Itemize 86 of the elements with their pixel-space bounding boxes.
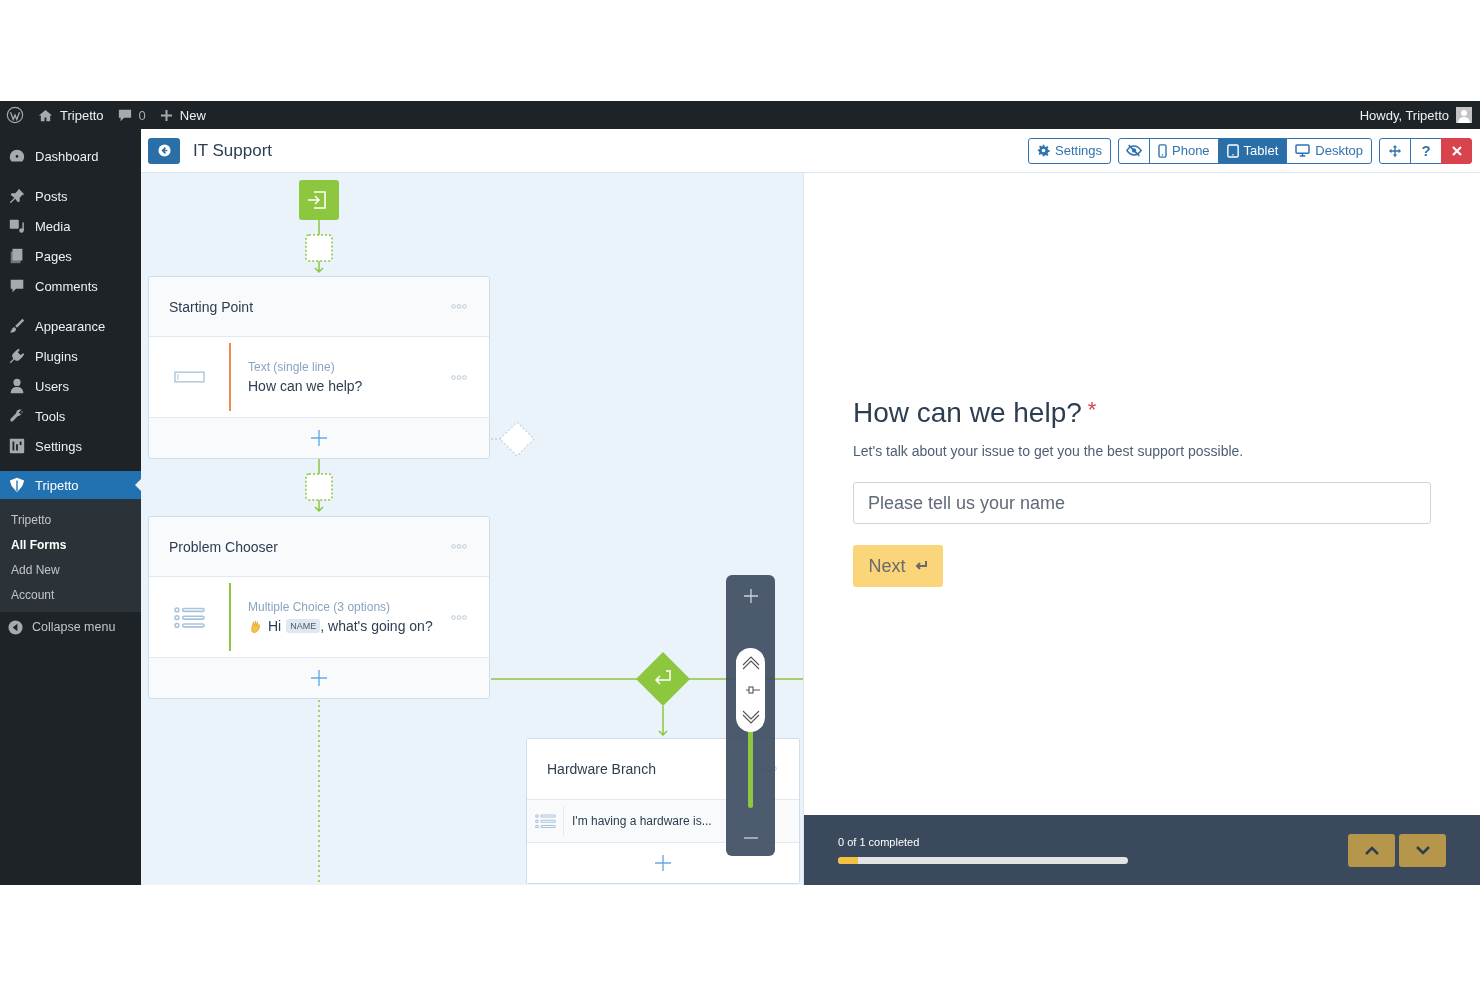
connector-drawing — [305, 220, 333, 274]
start-node[interactable] — [299, 180, 339, 220]
branch-title[interactable]: Hardware Branch — [547, 760, 656, 777]
menu-item[interactable]: Posts — [0, 181, 141, 211]
avatar-icon[interactable] — [1456, 107, 1472, 123]
close-button[interactable] — [1441, 137, 1472, 164]
preview-toggle-button[interactable] — [1118, 137, 1150, 164]
return-icon — [913, 560, 928, 572]
device-tab[interactable]: Desktop — [1286, 137, 1372, 164]
settings-icon — [1037, 144, 1050, 157]
greeting[interactable]: Howdy, Tripetto — [1359, 107, 1449, 123]
block-type: Text (single line) — [248, 360, 336, 375]
collapse-menu-button[interactable]: Collapse menu — [0, 612, 141, 642]
wordpress-logo[interactable] — [6, 106, 24, 124]
name-input[interactable]: Please tell us your name — [853, 482, 1431, 524]
section-title[interactable]: Problem Chooser — [169, 538, 278, 555]
menu-item[interactable]: Pages — [0, 241, 141, 271]
question-description: Let's talk about your issue to get you the best support possible. — [853, 443, 1245, 459]
device-tab[interactable]: Phone — [1149, 137, 1219, 164]
text-field-icon — [173, 371, 205, 384]
form-title: IT Support — [193, 140, 273, 161]
move-button[interactable] — [1379, 137, 1411, 164]
block-type: Multiple Choice (3 options) — [248, 600, 392, 615]
zoom-handle[interactable] — [736, 647, 765, 732]
menu-item[interactable]: Dashboard — [0, 141, 141, 171]
settings-button[interactable]: Settings — [1028, 137, 1111, 164]
add-icon[interactable] — [310, 669, 328, 688]
list-icon — [534, 813, 556, 829]
help-button[interactable]: ? — [1410, 137, 1442, 164]
chevron-down-icon — [1415, 845, 1430, 855]
tablet-icon — [1226, 143, 1239, 158]
menu-item[interactable]: Users — [0, 371, 141, 401]
comment-count: 0 — [138, 107, 146, 123]
menu-item[interactable]: Tools — [0, 401, 141, 431]
back-button[interactable] — [148, 137, 180, 164]
menu-icon — [8, 377, 26, 395]
waving-hand-icon — [248, 618, 263, 634]
menu-item[interactable]: Comments — [0, 271, 141, 301]
block-text[interactable]: , what's going on? — [320, 618, 433, 635]
menu-icon — [8, 217, 26, 235]
required-mark: * — [1087, 397, 1097, 423]
phone-icon — [1158, 143, 1167, 158]
block-text[interactable]: Hi — [268, 618, 282, 635]
question-title: How can we help? — [853, 397, 1082, 429]
list-icon — [173, 606, 205, 629]
variable-tag: NAME — [286, 619, 321, 634]
monitor-icon — [1295, 144, 1311, 157]
site-link[interactable]: Tripetto — [60, 107, 104, 123]
previous-button[interactable] — [1348, 833, 1395, 867]
zoom-in-icon[interactable] — [743, 589, 758, 603]
collapse-icon — [8, 619, 23, 635]
plus-icon[interactable] — [159, 108, 173, 122]
empty-branch-node[interactable] — [491, 421, 535, 457]
branch-node[interactable] — [636, 652, 690, 706]
section-title[interactable]: Starting Point — [169, 298, 254, 315]
menu-item[interactable]: Plugins — [0, 341, 141, 371]
new-link[interactable]: New — [179, 107, 206, 123]
comment-icon[interactable] — [117, 108, 132, 122]
add-icon[interactable] — [654, 854, 672, 873]
submenu-item[interactable]: Account — [0, 582, 141, 607]
submenu-item[interactable]: Tripetto — [0, 507, 141, 532]
next-page-button[interactable] — [1399, 833, 1446, 867]
menu-item[interactable]: Settings — [0, 431, 141, 461]
menu-item[interactable]: Appearance — [0, 311, 141, 341]
menu-item[interactable]: Tripetto — [0, 471, 141, 499]
menu-icon — [8, 187, 26, 205]
back-icon — [157, 144, 171, 157]
menu-icon — [8, 476, 26, 494]
menu-item[interactable]: Media — [0, 211, 141, 241]
next-button[interactable]: Next — [853, 545, 943, 587]
move-icon — [1388, 143, 1402, 158]
eye-slash-icon — [1126, 144, 1142, 157]
menu-icon — [8, 317, 26, 335]
block-text[interactable]: I'm having a hardware is... — [572, 813, 712, 828]
device-tab[interactable]: Tablet — [1217, 137, 1288, 164]
close-icon — [1451, 145, 1462, 156]
submenu-item[interactable]: Add New — [0, 557, 141, 582]
connector-arrow — [658, 706, 668, 736]
menu-icon — [8, 437, 26, 455]
block-text[interactable]: How can we help? — [248, 378, 451, 395]
chevron-up-icon — [1364, 845, 1379, 855]
progress-label: 0 of 1 completed — [838, 836, 921, 848]
add-icon[interactable] — [310, 429, 328, 448]
home-icon[interactable] — [38, 107, 53, 123]
menu-icon — [8, 347, 26, 365]
submenu-item[interactable]: All Forms — [0, 532, 141, 557]
